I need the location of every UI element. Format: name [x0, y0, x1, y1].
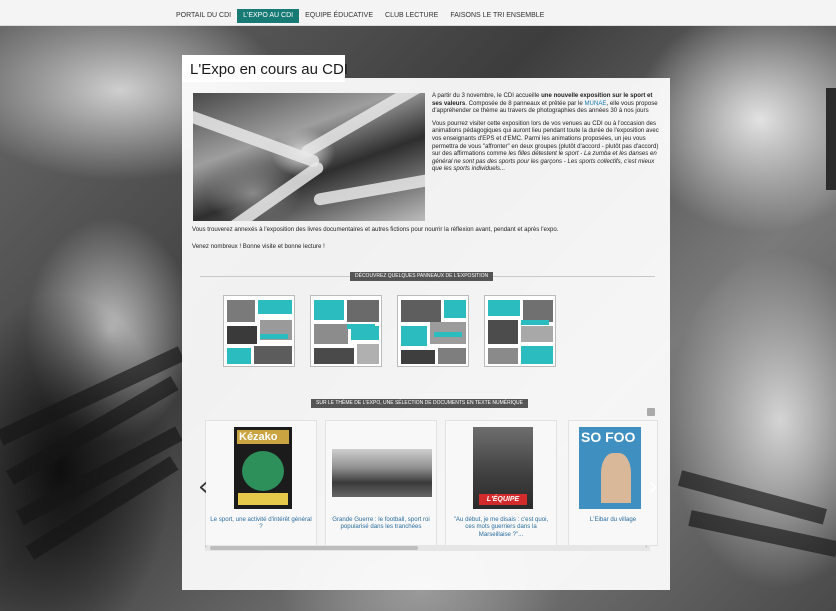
- scroll-left-icon[interactable]: ‹: [205, 544, 207, 550]
- nav-list: PORTAIL DU CDI L'EXPO AU CDI EQUIPE ÉDUC…: [170, 9, 550, 23]
- scroll-right-icon[interactable]: ›: [645, 544, 647, 550]
- top-navigation: PORTAIL DU CDI L'EXPO AU CDI EQUIPE ÉDUC…: [0, 0, 836, 26]
- documents-carousel: Kézako Le sport, une activité d'intérêt …: [200, 420, 660, 554]
- hero-image: [193, 93, 425, 221]
- lequipe-cover: L'ÉQUIPE: [473, 427, 533, 509]
- document-card-4[interactable]: SO FOO L'Eibar du village: [568, 420, 658, 546]
- intro-paragraph-2: Vous pourrez visiter cette exposition lo…: [432, 119, 659, 173]
- intro-paragraph-1: A partir du 3 novembre, le CDI accueille…: [432, 92, 658, 115]
- side-tab[interactable]: [826, 88, 836, 190]
- poster-thumbnail-3[interactable]: [397, 295, 469, 367]
- lequipe-logo: L'ÉQUIPE: [479, 494, 527, 505]
- munae-link[interactable]: MUNAE: [584, 100, 606, 107]
- kezako-cover: Kézako: [234, 427, 292, 509]
- document-caption-3[interactable]: "Au début, je me disais : c'est quoi, ce…: [450, 516, 552, 538]
- carousel-prev-icon[interactable]: ‹: [198, 474, 208, 500]
- document-caption-2[interactable]: Grande Guerre : le football, sport roi p…: [330, 516, 432, 531]
- scrollbar-thumb[interactable]: [210, 546, 418, 550]
- closing-text: Venez nombreux ! Bonne visite et bonne l…: [192, 243, 325, 250]
- annex-text: Vous trouverez annexés à l'exposition de…: [192, 226, 559, 233]
- documents-section-label: SUR LE THÈME DE L'EXPO, UNE SÉLECTION DE…: [311, 399, 528, 408]
- nav-item-equipe[interactable]: EQUIPE ÉDUCATIVE: [299, 9, 379, 23]
- posters-section-label: DÉCOUVREZ QUELQUES PANNEAUX DE L'EXPOSIT…: [350, 272, 494, 281]
- sofoot-cover: SO FOO: [579, 427, 641, 509]
- poster-thumbnail-1[interactable]: [223, 295, 295, 367]
- rss-icon[interactable]: [647, 408, 655, 416]
- nav-item-portail[interactable]: PORTAIL DU CDI: [170, 9, 237, 23]
- carousel-next-icon[interactable]: ›: [648, 474, 658, 500]
- document-caption-1[interactable]: Le sport, une activité d'intérêt général…: [210, 516, 312, 531]
- nav-item-club-lecture[interactable]: CLUB LECTURE: [379, 9, 444, 23]
- document-card-1[interactable]: Kézako Le sport, une activité d'intérêt …: [205, 420, 317, 546]
- document-caption-4[interactable]: L'Eibar du village: [573, 516, 653, 523]
- kezako-logo: Kézako: [237, 430, 289, 444]
- intro-text: A partir du 3 novembre, le CDI accueille…: [432, 92, 662, 178]
- page-title: L'Expo en cours au CDI: [182, 55, 348, 82]
- football-team-photo: [332, 449, 432, 497]
- nav-item-tri[interactable]: FAISONS LE TRI ENSEMBLE: [444, 9, 550, 23]
- document-card-3[interactable]: L'ÉQUIPE "Au début, je me disais : c'est…: [445, 420, 557, 546]
- carousel-scrollbar[interactable]: ‹ ›: [205, 544, 650, 551]
- document-card-2[interactable]: Grande Guerre : le football, sport roi p…: [325, 420, 437, 546]
- sofoot-logo: SO FOO: [581, 429, 636, 445]
- nav-item-expo[interactable]: L'EXPO AU CDI: [237, 9, 300, 23]
- poster-thumbnail-2[interactable]: [310, 295, 382, 367]
- poster-thumbnail-4[interactable]: [484, 295, 556, 367]
